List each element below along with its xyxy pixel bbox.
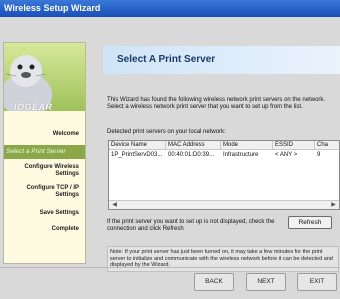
print-server-table[interactable]: Device Name MAC Address Mode ESSID Cha 1… bbox=[108, 140, 340, 210]
sidebar-item-configure-wireless: Configure Wireless Settings bbox=[24, 164, 79, 177]
intro-text: This Wizard has found the following wire… bbox=[107, 97, 339, 111]
column-header-channel[interactable]: Cha bbox=[315, 141, 339, 150]
refresh-button[interactable]: Refresh bbox=[288, 216, 332, 229]
iogear-logo: IOGEAR bbox=[4, 43, 85, 111]
detected-label: Detected print servers on your local net… bbox=[107, 129, 226, 135]
cell-device-name: 1P_PrintServD03... bbox=[111, 152, 163, 158]
next-button[interactable]: NEXT bbox=[246, 273, 286, 291]
column-header-mode[interactable]: Mode bbox=[221, 141, 273, 150]
window-title: Wireless Setup Wizard bbox=[4, 3, 101, 13]
exit-button[interactable]: EXIT bbox=[297, 273, 337, 291]
horizontal-scrollbar[interactable]: ◀ ▶ bbox=[109, 200, 339, 209]
wizard-window: IOGEAR Welcome Select a Print Server Con… bbox=[0, 17, 340, 299]
seal-mascot-icon bbox=[4, 55, 52, 111]
not-listed-hint: If the print server you want to set up i… bbox=[107, 219, 275, 232]
intro-line-1: This Wizard has found the following wire… bbox=[107, 97, 326, 103]
main-content: Select A Print Server This Wizard has fo… bbox=[103, 46, 340, 272]
cell-mode: Infrastructure bbox=[223, 152, 259, 158]
column-header-device-name[interactable]: Device Name bbox=[109, 141, 166, 150]
brand-name: IOGEAR bbox=[14, 102, 53, 111]
scroll-right-icon[interactable]: ▶ bbox=[329, 201, 338, 209]
page-title: Select A Print Server bbox=[117, 54, 216, 65]
back-button[interactable]: BACK bbox=[194, 273, 234, 291]
column-header-essid[interactable]: ESSID bbox=[273, 141, 315, 150]
wizard-sidebar: IOGEAR Welcome Select a Print Server Con… bbox=[3, 42, 86, 264]
sidebar-item-save-settings: Save Settings bbox=[39, 210, 79, 216]
scroll-left-icon[interactable]: ◀ bbox=[110, 201, 119, 209]
sidebar-item-complete: Complete bbox=[51, 226, 79, 232]
cell-mac-address: 00:40:01:D0:39... bbox=[168, 152, 215, 158]
footer-divider bbox=[0, 267, 340, 268]
sidebar-item-welcome: Welcome bbox=[52, 131, 79, 137]
cell-channel: 9 bbox=[317, 152, 321, 158]
intro-line-2: Select a wireless network print server t… bbox=[107, 104, 303, 110]
window-title-bar: Wireless Setup Wizard bbox=[0, 0, 340, 17]
column-header-mac-address[interactable]: MAC Address bbox=[166, 141, 221, 150]
cell-essid: < ANY > bbox=[275, 152, 298, 158]
note-box: Note: If your print server has just been… bbox=[107, 246, 339, 272]
sidebar-item-select-print-server: Select a Print Server bbox=[4, 145, 85, 159]
page-header: Select A Print Server bbox=[103, 46, 340, 74]
sidebar-item-configure-tcpip: Configure TCP / IP Settings bbox=[26, 185, 79, 198]
